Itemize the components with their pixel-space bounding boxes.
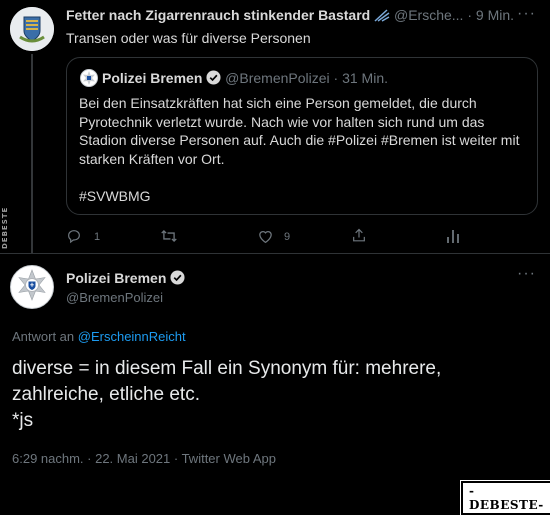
quoted-header: Polizei Bremen @BremenPolizei · 31 Min. — [102, 70, 388, 88]
tweet1-time[interactable]: 9 Min. — [476, 7, 514, 23]
tweet1-more-icon[interactable]: ··· — [517, 5, 536, 23]
tweet1-avatar[interactable] — [10, 7, 54, 51]
quoted-time: 31 Min. — [342, 70, 389, 86]
tweet1-header: Fetter nach Zigarrenrauch stinkender Bas… — [66, 7, 514, 23]
reply-prefix: Antwort an — [12, 329, 78, 344]
thread-line — [31, 54, 33, 254]
tweet2-author-name[interactable]: Polizei Bremen — [66, 270, 166, 286]
tweet2-author[interactable]: Polizei Bremen — [66, 270, 185, 288]
tweet2-text: diverse = in diesem Fall ein Synonym für… — [12, 358, 442, 431]
tweet2-avatar[interactable] — [10, 265, 54, 309]
share-icon — [353, 228, 365, 242]
share-button[interactable] — [351, 227, 367, 249]
like-button[interactable] — [257, 228, 274, 249]
tweet1-text: Transen oder was für diverse Personen — [66, 30, 311, 46]
tweet1-author-handle[interactable]: @Ersche... — [394, 7, 463, 23]
tweet2-author-handle[interactable]: @BremenPolizei — [66, 290, 163, 305]
tweet1-separator: · — [467, 7, 472, 23]
retweet-button[interactable] — [160, 228, 178, 249]
quoted-text: Bei den Einsatzkräften hat sich eine Per… — [79, 95, 520, 204]
quoted-author-handle: @BremenPolizei — [225, 70, 330, 86]
reply-icon — [68, 230, 80, 244]
quoted-author-name: Polizei Bremen — [102, 70, 203, 86]
retweet-icon — [161, 229, 177, 243]
quoted-author-avatar — [80, 69, 98, 87]
tweet-divider — [0, 253, 550, 254]
verified-icon — [206, 70, 221, 88]
quoted-tweet-card[interactable]: Polizei Bremen @BremenPolizei · 31 Min. … — [66, 57, 538, 215]
analytics-icon — [447, 230, 459, 243]
reply-button[interactable] — [66, 228, 82, 249]
reply-context: Antwort an @ErscheinnReicht — [12, 329, 186, 344]
tweet1-emoji-icon — [374, 7, 394, 23]
tweet1-author-name[interactable]: Fetter nach Zigarrenrauch stinkender Bas… — [66, 7, 370, 23]
bottom-watermark: -DEBESTE- — [460, 480, 550, 515]
verified-icon — [170, 270, 185, 288]
side-watermark: DEBESTE — [1, 206, 9, 249]
like-count: 9 — [284, 231, 291, 243]
tweet2-meta[interactable]: 6:29 nachm. · 22. Mai 2021 · Twitter Web… — [12, 451, 276, 466]
tweet2-more-icon[interactable]: ··· — [517, 265, 536, 283]
reply-count: 1 — [94, 231, 101, 243]
quoted-separator: · — [333, 70, 339, 86]
reply-to-link[interactable]: @ErscheinnReicht — [78, 329, 186, 344]
analytics-button[interactable] — [446, 228, 460, 249]
heart-icon — [259, 230, 272, 244]
